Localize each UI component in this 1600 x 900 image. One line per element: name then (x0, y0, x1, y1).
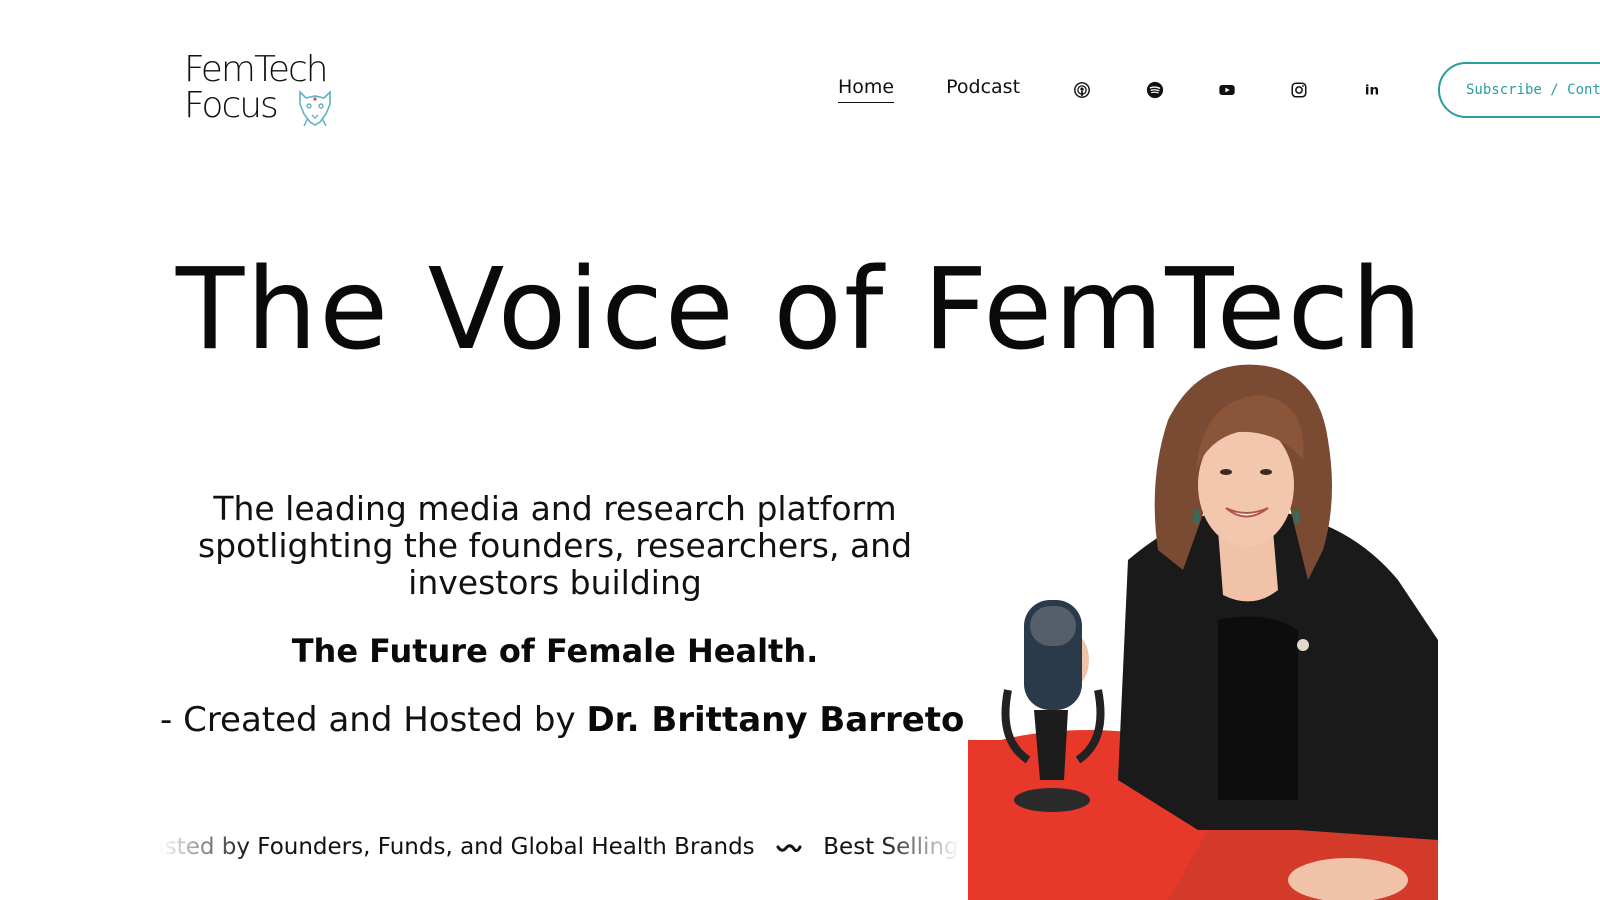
linkedin-label: in (1365, 83, 1379, 99)
marquee-ticker: Trusted by Founders, Funds, and Global H… (160, 834, 960, 868)
linkedin-icon[interactable]: in (1362, 80, 1382, 100)
created-prefix: - Created and Hosted by (160, 700, 587, 740)
subscribe-contact-button[interactable]: Subscribe / Contact (1438, 62, 1600, 118)
instagram-icon[interactable] (1289, 80, 1309, 100)
subscribe-label: Subscribe / Contact (1466, 82, 1600, 98)
logo-text-line1: FemTech (184, 49, 329, 90)
spotify-icon[interactable] (1145, 80, 1165, 100)
nav-home[interactable]: Home (838, 76, 895, 103)
hero-created-by: - Created and Hosted by Dr. Brittany Bar… (160, 700, 964, 740)
hero-title: The Voice of FemTech (175, 245, 1425, 375)
apple-podcasts-icon[interactable] (1072, 80, 1092, 100)
wave-separator-icon (776, 835, 802, 861)
host-photo (968, 360, 1438, 900)
site-logo[interactable]: FemTech Focus (184, 52, 344, 130)
youtube-icon[interactable] (1217, 80, 1237, 100)
host-name[interactable]: Dr. Brittany Barreto (586, 700, 964, 740)
nav-podcast[interactable]: Podcast (946, 76, 1020, 102)
hero-future-statement: The Future of Female Health. (291, 632, 819, 670)
jaguar-icon (294, 88, 336, 128)
hero-tagline: The leading media and research platform … (197, 489, 913, 602)
marquee-item: Trusted by Founders, Funds, and Global H… (160, 834, 755, 860)
main-nav: Home Podcast (838, 74, 1062, 104)
marquee-item: Best Selling Author (823, 834, 960, 860)
